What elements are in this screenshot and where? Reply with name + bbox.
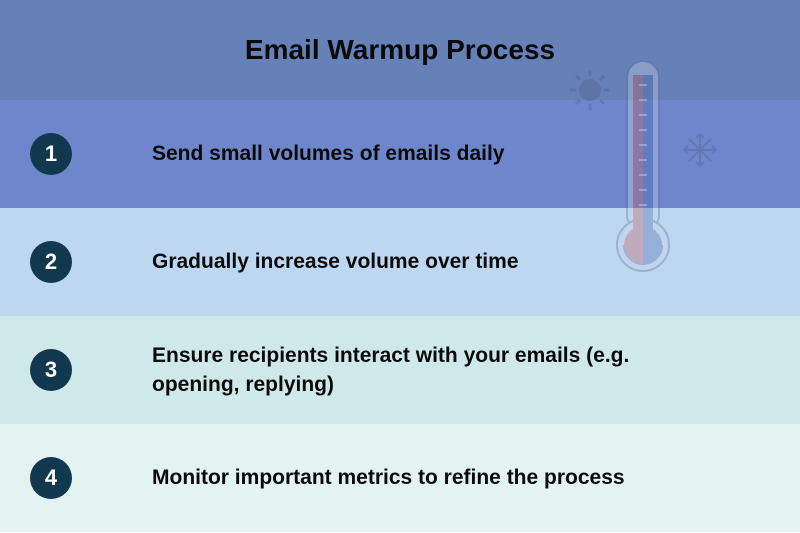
step-row-1: 1 Send small volumes of emails daily — [0, 100, 800, 208]
step-text-2: Gradually increase volume over time — [152, 247, 519, 276]
step-text-4: Monitor important metrics to refine the … — [152, 463, 625, 492]
page-title: Email Warmup Process — [245, 34, 555, 66]
step-badge-1: 1 — [30, 133, 72, 175]
step-badge-2: 2 — [30, 241, 72, 283]
step-text-1: Send small volumes of emails daily — [152, 139, 504, 168]
step-text-3: Ensure recipients interact with your ema… — [152, 341, 682, 400]
step-row-2: 2 Gradually increase volume over time — [0, 208, 800, 316]
header: Email Warmup Process — [0, 0, 800, 100]
step-row-3: 3 Ensure recipients interact with your e… — [0, 316, 800, 424]
step-badge-4: 4 — [30, 457, 72, 499]
step-row-4: 4 Monitor important metrics to refine th… — [0, 424, 800, 532]
step-badge-3: 3 — [30, 349, 72, 391]
